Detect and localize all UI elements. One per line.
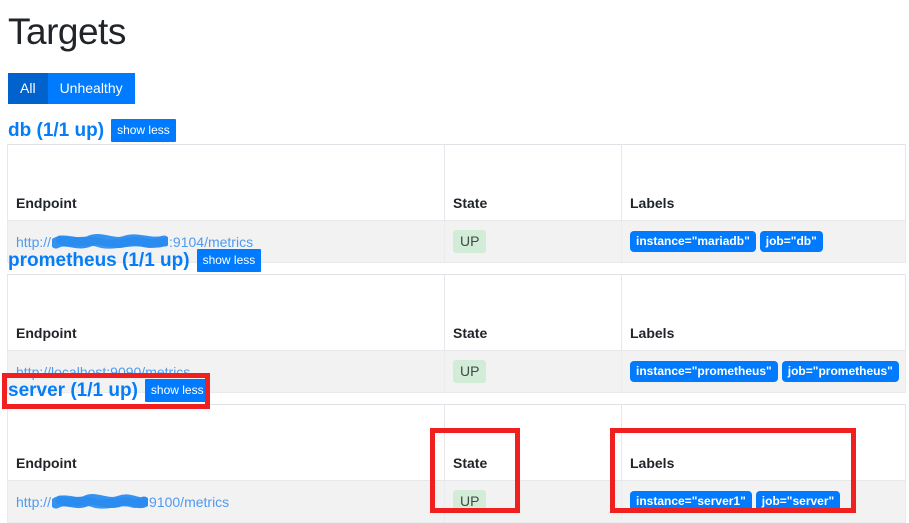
table-header-row: Endpoint State Labels <box>7 274 906 351</box>
endpoint-suffix: 9100/metrics <box>149 493 230 510</box>
job-header-server: server (1/1 up) show less <box>5 378 213 404</box>
column-header-endpoint: Endpoint <box>7 404 445 481</box>
page-title: Targets <box>8 11 126 52</box>
table-row: http:// 9100/metrics UP instance="server1… <box>7 480 906 523</box>
targets-table-prometheus: Endpoint State Labels http://localhost:9… <box>7 274 906 393</box>
endpoint-link[interactable]: http:// 9100/metrics <box>16 494 229 510</box>
table-header-row: Endpoint State Labels <box>7 404 906 481</box>
label-badge-job[interactable]: job="server" <box>755 491 841 512</box>
column-header-state: State <box>444 144 622 221</box>
show-less-button-db[interactable]: show less <box>111 119 176 142</box>
column-header-state: State <box>444 404 622 481</box>
show-less-button-server[interactable]: show less <box>144 379 210 402</box>
redaction-scribble-icon <box>52 234 169 249</box>
filter-button-group: All Unhealthy <box>8 73 135 104</box>
column-header-endpoint: Endpoint <box>7 144 445 221</box>
targets-table-server: Endpoint State Labels http:// 9100/metric… <box>7 404 906 523</box>
table-header-row: Endpoint State Labels <box>7 144 906 221</box>
job-section-db: db (1/1 up) show less Endpoint State Lab… <box>0 118 909 263</box>
filter-all-button[interactable]: All <box>8 73 48 104</box>
job-title-db: db (1/1 up) <box>8 120 105 141</box>
redaction-scribble-icon <box>52 494 149 509</box>
column-header-labels: Labels <box>621 274 906 351</box>
targets-table-db: Endpoint State Labels http://:9104/metri… <box>7 144 906 263</box>
job-title-server: server (1/1 up) <box>8 380 138 401</box>
endpoint-cell: http:// 9100/metrics <box>7 480 445 523</box>
job-section-prometheus: prometheus (1/1 up) show less Endpoint S… <box>0 248 909 393</box>
labels-cell: instance="server1" job="server" <box>621 480 906 523</box>
state-cell: UP <box>444 480 622 523</box>
status-badge: UP <box>453 490 487 513</box>
column-header-labels: Labels <box>621 144 906 221</box>
endpoint-prefix: http:// <box>16 493 52 510</box>
label-badge-instance[interactable]: instance="server1" <box>630 491 752 512</box>
column-header-state: State <box>444 274 622 351</box>
targets-page: Targets All Unhealthy db (1/1 up) show l… <box>0 0 909 523</box>
show-less-button-prometheus[interactable]: show less <box>196 249 262 272</box>
job-section-server: server (1/1 up) show less Endpoint State… <box>0 378 909 523</box>
job-title-prometheus: prometheus (1/1 up) <box>8 250 190 271</box>
filter-unhealthy-button[interactable]: Unhealthy <box>47 73 135 104</box>
job-header-prometheus: prometheus (1/1 up) show less <box>5 248 264 274</box>
job-header-db: db (1/1 up) show less <box>5 118 179 144</box>
column-header-endpoint: Endpoint <box>7 274 445 351</box>
column-header-labels: Labels <box>621 404 906 481</box>
